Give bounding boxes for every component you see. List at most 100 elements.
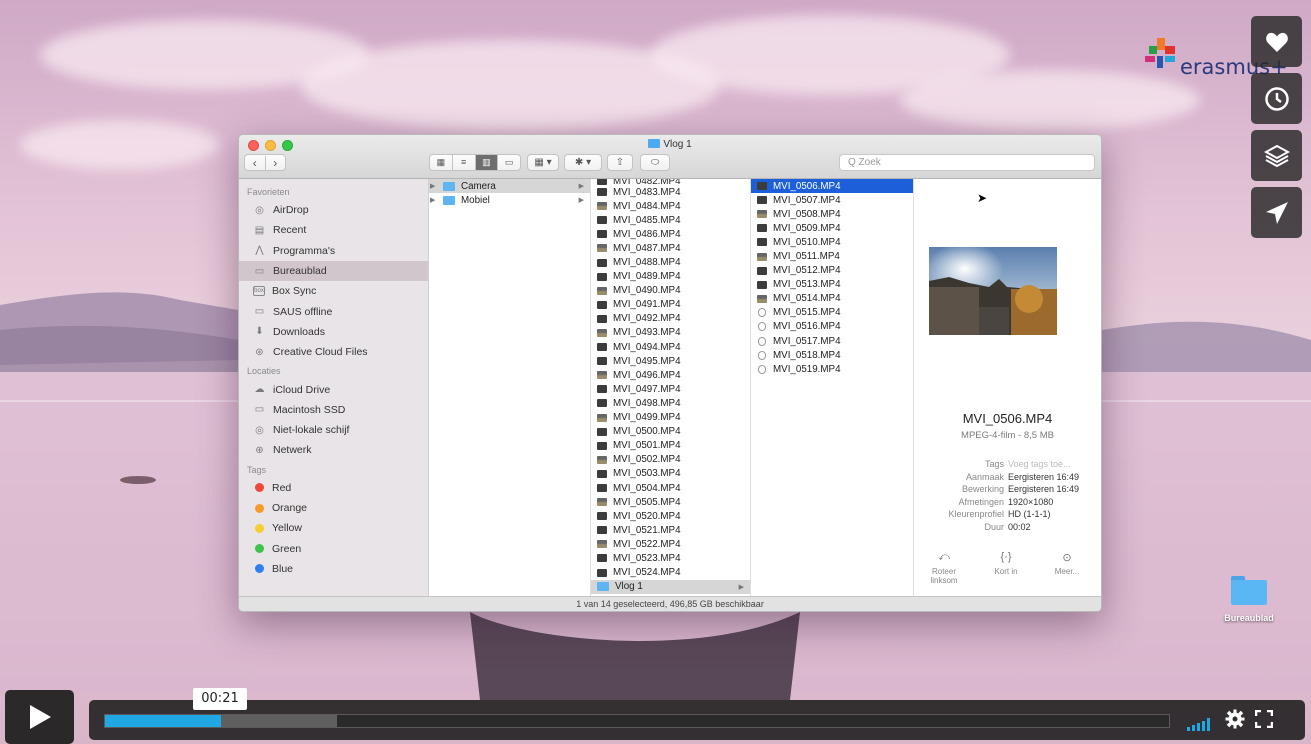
metadata-value[interactable]: Voeg tags toe... bbox=[1008, 459, 1071, 472]
file-row[interactable]: MVI_0504.MP4 bbox=[591, 481, 750, 495]
sidebar-item-box-sync[interactable]: box Box Sync bbox=[239, 281, 428, 301]
video-thumbnail[interactable] bbox=[929, 247, 1057, 335]
sidebar-item-niet-lokale-schijf[interactable]: ◎ Niet-lokale schijf bbox=[239, 420, 428, 440]
file-row[interactable]: MVI_0518.MP4 bbox=[751, 348, 913, 362]
file-row[interactable]: MVI_0484.MP4 bbox=[591, 199, 750, 213]
file-row[interactable]: MVI_0488.MP4 bbox=[591, 255, 750, 269]
folder-row[interactable]: ▶ Mobiel ▶ bbox=[429, 193, 590, 207]
file-row[interactable]: MVI_0486.MP4 bbox=[591, 227, 750, 241]
share-button[interactable]: ⇧ bbox=[607, 154, 633, 171]
sidebar-item-recent[interactable]: ▤ Recent bbox=[239, 220, 428, 240]
progress-bar[interactable] bbox=[104, 714, 1170, 728]
settings-button[interactable] bbox=[1225, 709, 1245, 734]
file-row[interactable]: MVI_0509.MP4 bbox=[751, 221, 913, 235]
sidebar-item-programma-s[interactable]: ⋀ Programma's bbox=[239, 241, 428, 261]
sidebar-tag-red[interactable]: Red bbox=[239, 478, 428, 498]
sidebar-item-airdrop[interactable]: ◎ AirDrop bbox=[239, 200, 428, 220]
file-row[interactable]: MVI_0489.MP4 bbox=[591, 270, 750, 284]
play-icon bbox=[29, 705, 51, 729]
file-row[interactable]: MVI_0490.MP4 bbox=[591, 284, 750, 298]
sidebar-tag-blue[interactable]: Blue bbox=[239, 559, 428, 579]
file-row[interactable]: MVI_0523.MP4 bbox=[591, 551, 750, 565]
folder-icon bbox=[443, 181, 455, 191]
tag-button[interactable]: ⬭ bbox=[640, 154, 670, 171]
file-row[interactable]: MVI_0517.MP4 bbox=[751, 334, 913, 348]
more-action[interactable]: ⊙ Meer... bbox=[1042, 551, 1092, 576]
like-button[interactable] bbox=[1251, 16, 1302, 67]
file-row[interactable]: MVI_0498.MP4 bbox=[591, 396, 750, 410]
file-row[interactable]: MVI_0520.MP4 bbox=[591, 509, 750, 523]
sidebar-tag-green[interactable]: Green bbox=[239, 538, 428, 558]
file-row[interactable]: MVI_0497.MP4 bbox=[591, 382, 750, 396]
file-row[interactable]: MVI_0522.MP4 bbox=[591, 537, 750, 551]
file-row[interactable]: MVI_0487.MP4 bbox=[591, 241, 750, 255]
file-row[interactable]: MVI_0503.MP4 bbox=[591, 467, 750, 481]
file-row[interactable]: MVI_0491.MP4 bbox=[591, 298, 750, 312]
file-row[interactable]: MVI_0507.MP4 bbox=[751, 193, 913, 207]
file-row[interactable]: MVI_0485.MP4 bbox=[591, 213, 750, 227]
file-row[interactable]: MVI_0513.MP4 bbox=[751, 278, 913, 292]
back-button[interactable]: ‹ bbox=[245, 155, 266, 170]
file-name: MVI_0511.MP4 bbox=[773, 251, 840, 263]
trim-action[interactable]: {·} Kort in bbox=[981, 551, 1031, 576]
file-row[interactable]: MVI_0499.MP4 bbox=[591, 411, 750, 425]
file-row[interactable]: MVI_0514.MP4 bbox=[751, 292, 913, 306]
file-row[interactable]: MVI_0494.MP4 bbox=[591, 340, 750, 354]
file-row[interactable]: MVI_0516.MP4 bbox=[751, 320, 913, 334]
file-row[interactable]: MVI_0505.MP4 bbox=[591, 495, 750, 509]
search-field[interactable]: Q Zoek bbox=[839, 154, 1095, 171]
file-row[interactable]: MVI_0512.MP4 bbox=[751, 264, 913, 278]
column-view-button[interactable]: ▥ bbox=[475, 155, 499, 170]
list-view-button[interactable]: ≡ bbox=[453, 155, 476, 170]
share-video-button[interactable] bbox=[1251, 187, 1302, 238]
file-row[interactable]: MVI_0495.MP4 bbox=[591, 354, 750, 368]
file-row[interactable]: MVI_0519.MP4 bbox=[751, 362, 913, 376]
file-row[interactable]: MVI_0502.MP4 bbox=[591, 453, 750, 467]
sidebar-item-netwerk[interactable]: ⊕ Netwerk bbox=[239, 440, 428, 460]
play-button[interactable] bbox=[5, 690, 74, 744]
desktop-folder-icon[interactable] bbox=[1229, 575, 1269, 607]
metadata-value: HD (1-1-1) bbox=[1008, 509, 1051, 519]
file-row[interactable]: MVI_0506.MP4 bbox=[751, 179, 913, 194]
desktop-folder-label[interactable]: Bureaublad bbox=[1209, 613, 1289, 623]
file-row[interactable]: MVI_0501.MP4 bbox=[591, 439, 750, 453]
applications-icon: ⋀ bbox=[255, 245, 264, 257]
tag-color-dot bbox=[255, 564, 264, 574]
sidebar-item-creative-cloud-files[interactable]: ⊛ Creative Cloud Files bbox=[239, 342, 428, 362]
file-row[interactable]: MVI_0524.MP4 bbox=[591, 566, 750, 580]
sidebar-item-downloads[interactable]: ⬇ Downloads bbox=[239, 322, 428, 342]
sidebar-item-saus-offline[interactable]: ▭ SAUS offline bbox=[239, 301, 428, 321]
sidebar-tag-orange[interactable]: Orange bbox=[239, 498, 428, 518]
file-row[interactable]: MVI_0521.MP4 bbox=[591, 523, 750, 537]
file-row[interactable]: MVI_0496.MP4 bbox=[591, 368, 750, 382]
sidebar-tag-yellow[interactable]: Yellow bbox=[239, 518, 428, 538]
folder-row-vlog[interactable]: Vlog 1 ▶ bbox=[591, 579, 750, 594]
sidebar-item-bureaublad[interactable]: ▭ Bureaublad bbox=[239, 260, 428, 282]
sidebar-item-macintosh-ssd[interactable]: ▭ Macintosh SSD bbox=[239, 400, 428, 420]
finder-window[interactable]: Vlog 1 ‹ › ▦ ≡ ▥ ▭ ▦ ▾ ✱ ▾ ⇧ ⬭ Q Zoek Fav… bbox=[238, 134, 1102, 612]
icloud-icon: ☁ bbox=[254, 384, 265, 396]
sidebar-item-icloud-drive[interactable]: ☁ iCloud Drive bbox=[239, 379, 428, 399]
file-row[interactable]: MVI_0483.MP4 bbox=[591, 185, 750, 199]
file-row[interactable]: MVI_0492.MP4 bbox=[591, 312, 750, 326]
rotate-left-action[interactable]: ⤺ Roteer linksom bbox=[919, 551, 969, 585]
folder-row[interactable]: ▶ Camera ▶ bbox=[429, 179, 590, 194]
gallery-view-button[interactable]: ▭ bbox=[498, 155, 520, 170]
group-by-button[interactable]: ▦ ▾ bbox=[527, 154, 559, 171]
file-row[interactable]: MVI_0511.MP4 bbox=[751, 249, 913, 263]
volume-control[interactable] bbox=[1187, 717, 1210, 731]
file-row[interactable]: MVI_0508.MP4 bbox=[751, 207, 913, 221]
video-file-icon bbox=[597, 216, 607, 225]
fullscreen-button[interactable] bbox=[1254, 709, 1274, 733]
icon-view-button[interactable]: ▦ bbox=[430, 155, 453, 170]
forward-button[interactable]: › bbox=[266, 156, 286, 170]
file-row[interactable]: MVI_0510.MP4 bbox=[751, 235, 913, 249]
file-row[interactable]: MVI_0500.MP4 bbox=[591, 425, 750, 439]
finder-titlebar[interactable]: Vlog 1 ‹ › ▦ ≡ ▥ ▭ ▦ ▾ ✱ ▾ ⇧ ⬭ Q Zoek bbox=[239, 135, 1101, 179]
video-file-icon bbox=[597, 300, 607, 309]
file-row[interactable]: MVI_0515.MP4 bbox=[751, 306, 913, 320]
collections-button[interactable] bbox=[1251, 130, 1302, 181]
action-gear-button[interactable]: ✱ ▾ bbox=[564, 154, 602, 171]
watch-later-button[interactable] bbox=[1251, 73, 1302, 124]
file-row[interactable]: MVI_0493.MP4 bbox=[591, 326, 750, 340]
